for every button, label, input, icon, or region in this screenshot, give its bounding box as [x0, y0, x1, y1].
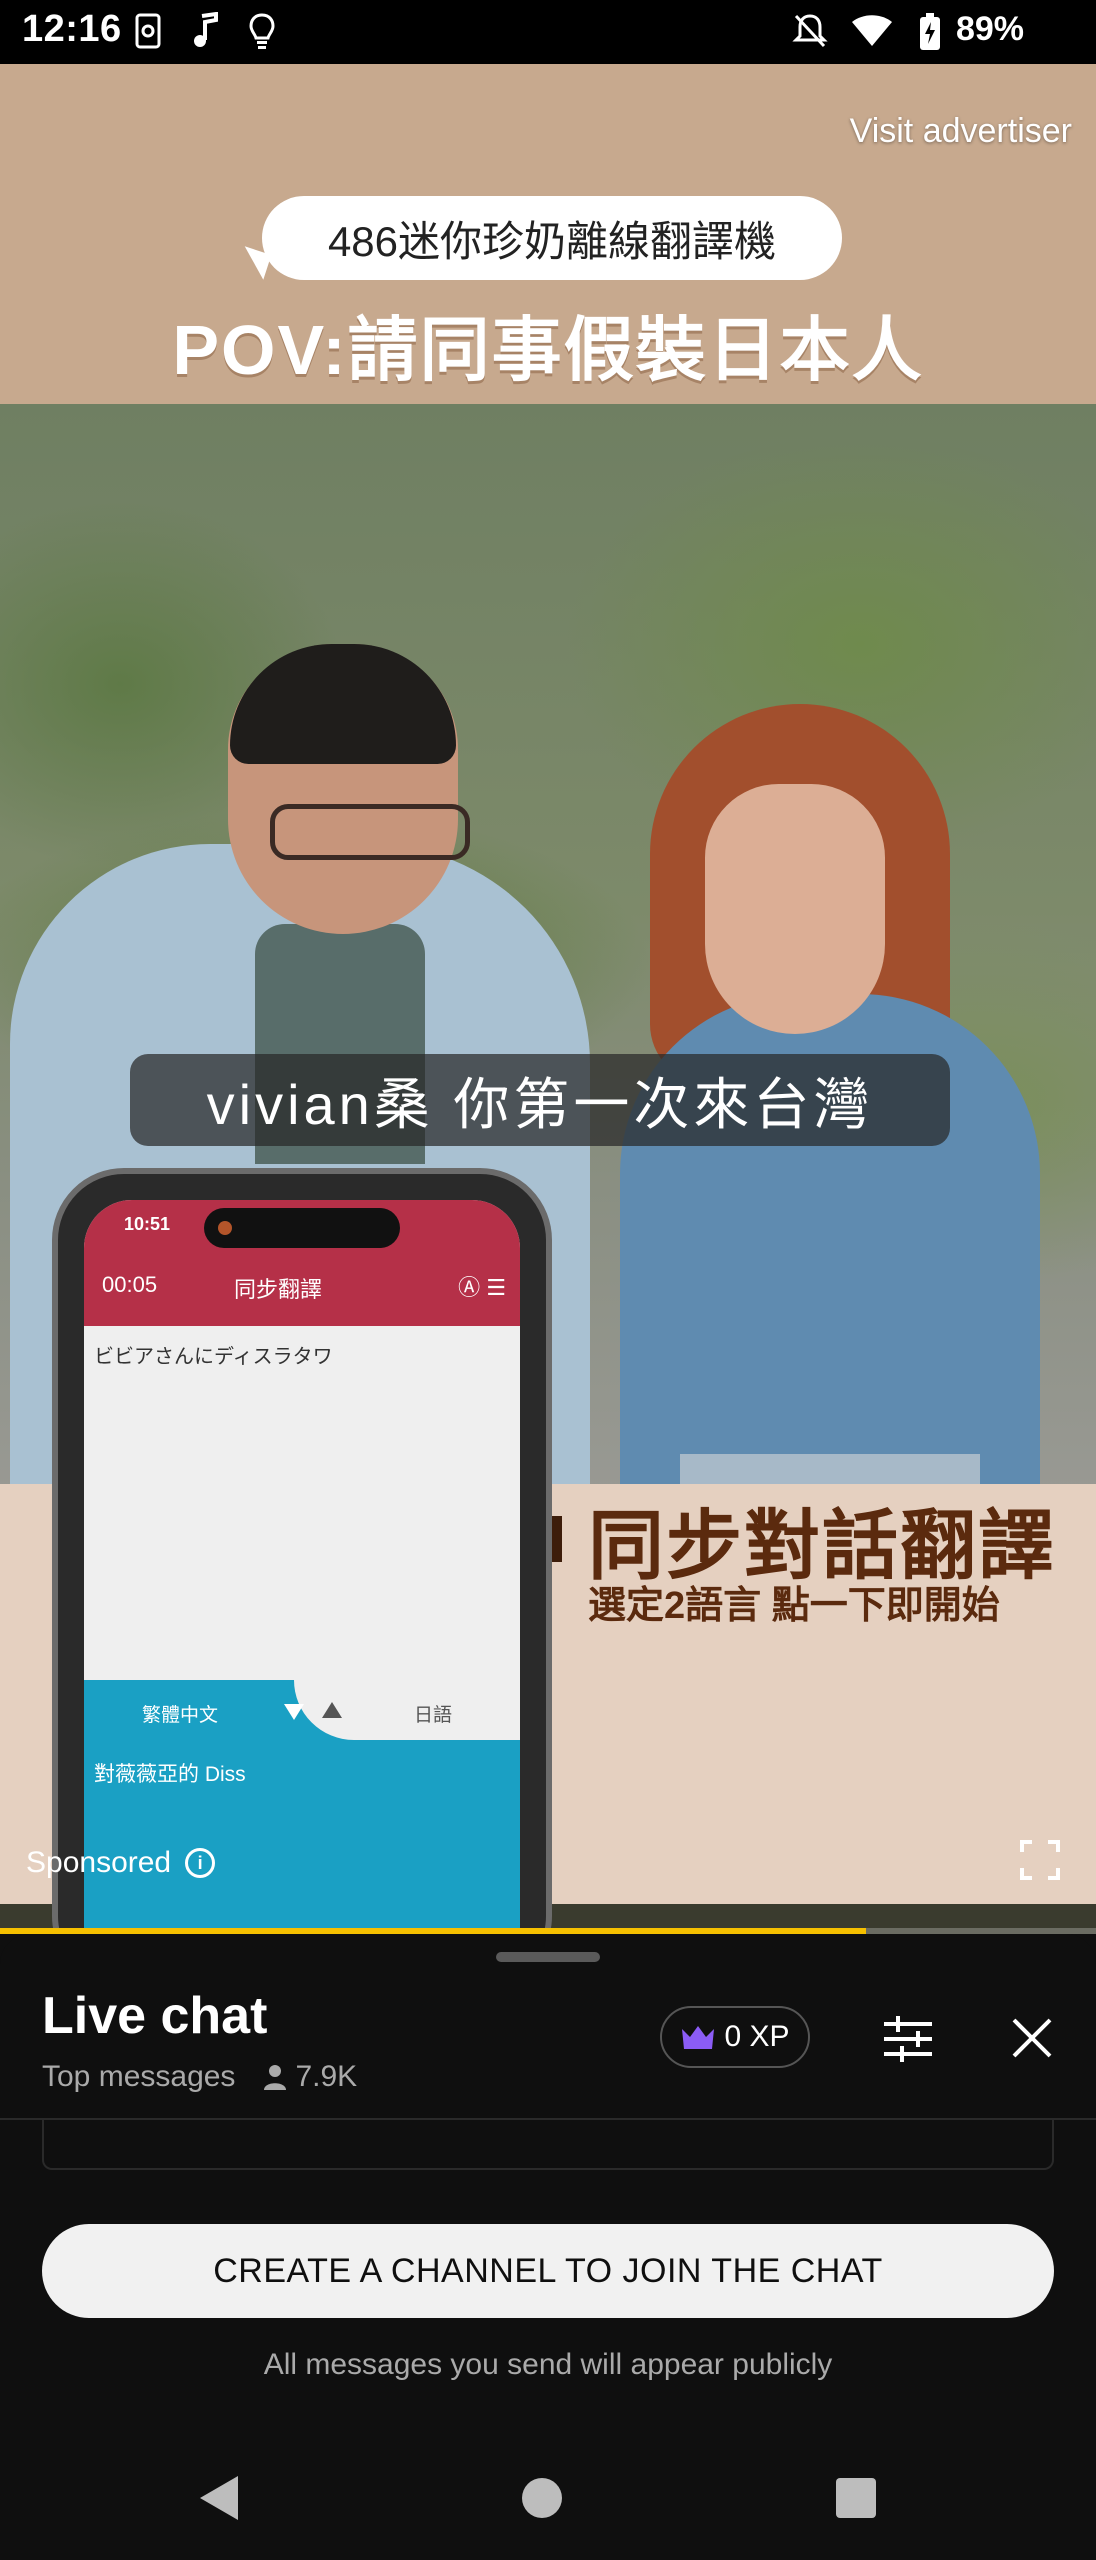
camera-dot — [218, 1221, 232, 1235]
wifi-icon — [852, 15, 892, 46]
info-icon[interactable]: i — [185, 1848, 216, 1878]
status-time: 12:16 — [22, 8, 122, 50]
person-icon — [264, 2065, 287, 2090]
triangle-down-icon — [284, 1704, 304, 1720]
phone-screen: 10:51 00:05 同步翻譯 Ⓐ ☰ ビビアさんにディスラタワ 繁體中文 日… — [84, 1200, 520, 1934]
phone-header: 10:51 00:05 同步翻譯 Ⓐ ☰ — [84, 1200, 520, 1326]
fullscreen-icon[interactable] — [1018, 1838, 1062, 1882]
phone-lang-left: 繁體中文 — [142, 1705, 219, 1726]
phone-transcript-zh: 對薇薇亞的 Diss — [94, 1763, 246, 1786]
chat-mode-dropdown[interactable]: Top messages — [42, 2060, 235, 2094]
phone-timer: 00:05 — [102, 1272, 158, 1297]
chat-message-area — [42, 2120, 1054, 2170]
system-nav-bar — [0, 2440, 1096, 2560]
video-headline: POV:請同事假裝日本人 — [172, 311, 924, 389]
recents-icon[interactable] — [836, 2478, 876, 2518]
phone-menu-icon: Ⓐ ☰ — [458, 1275, 506, 1300]
drag-handle[interactable] — [496, 1952, 600, 1962]
xp-button[interactable]: 0 XP — [660, 2006, 810, 2068]
status-bar: 12:16 89% — [0, 0, 1096, 64]
screen-record-icon — [135, 13, 161, 49]
back-icon[interactable] — [200, 2476, 238, 2520]
woman-face — [705, 784, 885, 1034]
live-chat-panel: Live chat Top messages 7.9K 0 XP CREATE … — [0, 1934, 1096, 2470]
phone-mockup: 10:51 00:05 同步翻譯 Ⓐ ☰ ビビアさんにディスラタワ 繁體中文 日… — [52, 1168, 552, 1934]
video-subtitle: vivian桑 你第一次來台灣 — [130, 1054, 950, 1146]
chat-subheader: Top messages 7.9K — [42, 2060, 357, 2094]
music-note-icon — [194, 12, 218, 47]
screen: 12:16 89% Visit advertiser 486迷你珍奶離線翻譯機 … — [0, 0, 1096, 2560]
tune-icon[interactable] — [880, 2014, 936, 2064]
phone-lang-right: 日語 — [414, 1705, 453, 1726]
triangle-up-icon — [322, 1702, 342, 1718]
phone-time: 10:51 — [124, 1214, 171, 1234]
battery-charging-icon — [920, 13, 940, 50]
sponsored-label: Sponsored i — [26, 1846, 216, 1880]
mute-icon — [792, 14, 828, 48]
chat-title: Live chat — [42, 1987, 268, 2045]
lightbulb-icon — [249, 13, 275, 49]
xp-value: 0 XP — [724, 2020, 790, 2053]
crown-icon — [682, 2026, 715, 2049]
glasses — [270, 804, 470, 860]
phone-app-title: 同步翻譯 — [234, 1277, 323, 1302]
home-icon[interactable] — [522, 2478, 562, 2518]
promo-subtitle: 選定2語言 點一下即開始 — [588, 1585, 1000, 1627]
sponsored-text: Sponsored — [26, 1846, 172, 1879]
public-note: All messages you send will appear public… — [263, 2348, 833, 2381]
close-icon[interactable] — [1008, 2014, 1056, 2062]
create-channel-button[interactable]: CREATE A CHANNEL TO JOIN THE CHAT — [42, 2224, 1054, 2318]
video-player[interactable]: Visit advertiser 486迷你珍奶離線翻譯機 POV:請同事假裝日… — [0, 64, 1096, 1934]
viewer-count-value: 7.9K — [295, 2060, 358, 2093]
battery-percent: 89% — [955, 10, 1024, 48]
speech-bubble: 486迷你珍奶離線翻譯機 — [262, 196, 842, 280]
viewer-count: 7.9K — [263, 2060, 357, 2094]
visit-advertiser-link[interactable]: Visit advertiser — [850, 112, 1072, 151]
phone-dynamic-island — [204, 1208, 400, 1248]
phone-transcript-ja: ビビアさんにディスラタワ — [94, 1346, 333, 1368]
